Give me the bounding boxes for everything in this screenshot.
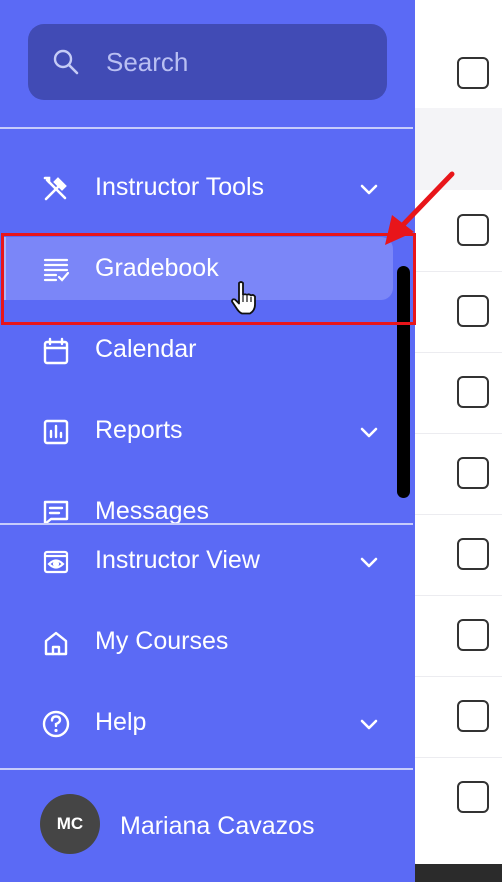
nav-item-label: My Courses: [95, 627, 229, 655]
row-checkbox[interactable]: [457, 57, 489, 89]
divider: [0, 768, 413, 770]
row-divider: [400, 595, 502, 596]
annotation-arrow-icon: [385, 171, 455, 245]
home-icon: [44, 631, 68, 656]
nav-item-messages[interactable]: Messages: [0, 480, 413, 523]
nav-item-calendar[interactable]: Calendar: [0, 318, 413, 382]
row-checkbox[interactable]: [457, 781, 489, 813]
row-divider: [400, 676, 502, 677]
sidebar: Search Instructor Tools Gradebook Calend…: [0, 0, 415, 882]
eye-icon: [43, 550, 69, 574]
messages-icon: [43, 500, 69, 523]
row-divider: [400, 757, 502, 758]
chevron-down-icon[interactable]: [358, 551, 380, 573]
divider: [0, 127, 413, 129]
hand-cursor-icon: [231, 281, 256, 315]
nav-item-label: Reports: [95, 416, 183, 444]
user-name[interactable]: Mariana Cavazos: [120, 808, 315, 844]
nav-item-label: Instructor Tools: [95, 173, 265, 201]
row-divider: [400, 514, 502, 515]
search-icon: [53, 49, 79, 75]
row-checkbox[interactable]: [457, 700, 489, 732]
tools-icon: [43, 176, 67, 201]
chevron-down-icon[interactable]: [358, 713, 380, 735]
chevron-down-icon[interactable]: [358, 421, 380, 443]
row-checkbox[interactable]: [457, 376, 489, 408]
row-checkbox[interactable]: [457, 295, 489, 327]
divider: [0, 523, 413, 525]
search-input[interactable]: Search: [28, 24, 387, 100]
row-checkbox[interactable]: [457, 538, 489, 570]
nav-item-reports[interactable]: Reports: [0, 399, 413, 463]
annotation-highlight-box: [1, 233, 416, 325]
search-placeholder: Search: [106, 47, 189, 77]
nav-item-my-courses[interactable]: My Courses: [0, 610, 413, 674]
calendar-icon: [43, 337, 69, 365]
nav-item-instructor-view[interactable]: Instructor View: [0, 529, 413, 593]
help-icon: [42, 710, 70, 738]
row-checkbox[interactable]: [457, 457, 489, 489]
nav-item-instructor-tools[interactable]: Instructor Tools: [0, 156, 413, 220]
content-panel: [400, 0, 502, 864]
nav-item-label: Help: [95, 708, 147, 736]
reports-icon: [43, 419, 69, 445]
nav-item-label: Messages: [95, 497, 209, 523]
row-checkbox[interactable]: [457, 619, 489, 651]
row-divider: [400, 433, 502, 434]
avatar[interactable]: MC: [40, 794, 100, 854]
nav-item-label: Instructor View: [95, 546, 260, 574]
nav-item-label: Calendar: [95, 335, 197, 363]
row-divider: [400, 352, 502, 353]
nav-item-help[interactable]: Help: [0, 691, 413, 755]
